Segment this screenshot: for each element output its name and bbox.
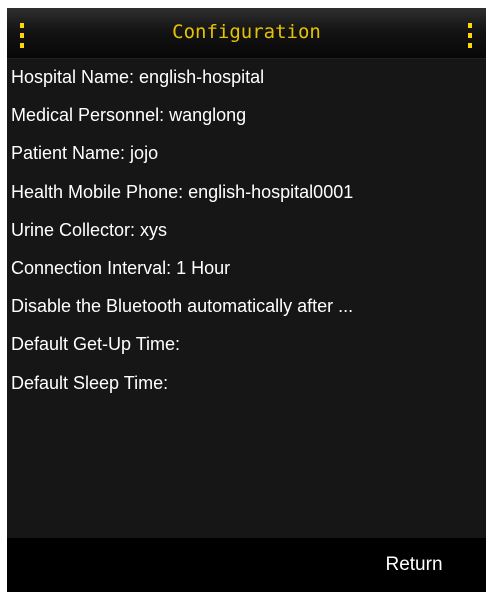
setting-default-get-up-time[interactable]: Default Get-Up Time: — [7, 329, 486, 367]
setting-connection-interval[interactable]: Connection Interval: 1 Hour — [7, 253, 486, 291]
settings-list: Hospital Name: english-hospital Medical … — [7, 62, 486, 406]
header-bar: Configuration — [7, 8, 486, 59]
configuration-screen: Configuration Hospital Name: english-hos… — [7, 8, 486, 592]
setting-hospital-name[interactable]: Hospital Name: english-hospital — [7, 62, 486, 100]
setting-health-mobile-phone[interactable]: Health Mobile Phone: english-hospital000… — [7, 177, 486, 215]
setting-default-sleep-time[interactable]: Default Sleep Time: — [7, 368, 486, 406]
setting-bluetooth-auto-disable[interactable]: Disable the Bluetooth automatically afte… — [7, 291, 486, 329]
right-menu-dots-icon[interactable] — [467, 23, 473, 49]
page-title: Configuration — [172, 21, 321, 43]
setting-urine-collector[interactable]: Urine Collector: xys — [7, 215, 486, 253]
setting-medical-personnel[interactable]: Medical Personnel: wanglong — [7, 100, 486, 138]
footer-bar: Return — [7, 538, 486, 592]
setting-patient-name[interactable]: Patient Name: jojo — [7, 138, 486, 176]
return-button[interactable]: Return — [359, 538, 469, 592]
